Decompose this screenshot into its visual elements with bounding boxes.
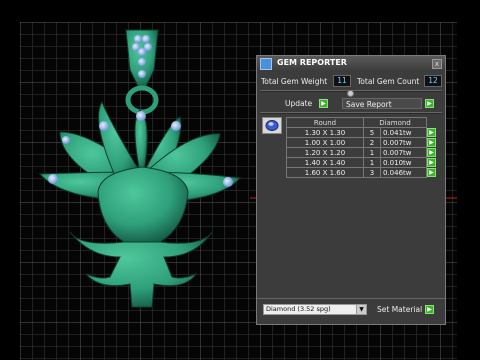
total-gem-count-value: 12 <box>424 75 442 87</box>
material-select[interactable]: Diamond (3.52 spg) ▼ <box>263 304 367 315</box>
gem-size: 1.30 X 1.30 <box>286 127 364 138</box>
panel-title: GEM REPORTER <box>277 58 347 67</box>
gem-count: 1 <box>363 157 381 168</box>
gem-weight: 0.041tw <box>380 127 427 138</box>
save-report-field[interactable]: Save Report <box>342 98 422 109</box>
gem-weight: 0.007tw <box>380 137 427 148</box>
save-report-go-icon[interactable]: ▶ <box>425 99 434 108</box>
table-header: Round Diamond <box>286 117 442 128</box>
table-row[interactable]: 1.30 X 1.30 5 0.041tw ▶ <box>286 127 442 138</box>
save-report-label: Save Report <box>346 100 392 109</box>
set-material-button[interactable]: Set Material <box>377 305 422 314</box>
gem-count: 5 <box>363 127 381 138</box>
total-gem-weight-value: 11 <box>333 75 351 87</box>
divider <box>260 112 442 114</box>
green-arrow-icon[interactable]: ▶ <box>427 168 436 177</box>
gem-count: 2 <box>363 137 381 148</box>
table-row[interactable]: 1.20 X 1.20 1 0.007tw ▶ <box>286 147 442 158</box>
round-gem-icon[interactable] <box>262 117 282 134</box>
gem-weight: 0.046tw <box>380 167 427 178</box>
app-icon <box>260 58 272 70</box>
gem-reporter-panel: GEM REPORTER x Total Gem Weight 11 Total… <box>256 55 446 325</box>
total-gem-weight-label: Total Gem Weight <box>261 77 328 86</box>
green-arrow-icon[interactable]: ▶ <box>427 148 436 157</box>
gem-weight: 0.007tw <box>380 147 427 158</box>
table-row[interactable]: 1.40 X 1.40 1 0.010tw ▶ <box>286 157 442 168</box>
table-row[interactable]: 1.60 X 1.60 3 0.046tw ▶ <box>286 167 442 178</box>
green-arrow-icon[interactable]: ▶ <box>427 128 436 137</box>
gem-count: 1 <box>363 147 381 158</box>
gem-count: 3 <box>363 167 381 178</box>
material-select-value: Diamond (3.52 spg) <box>266 305 331 313</box>
table-row[interactable]: 1.00 X 1.00 2 0.007tw ▶ <box>286 137 442 148</box>
total-gem-count-label: Total Gem Count <box>357 77 420 86</box>
set-material-go-icon[interactable]: ▶ <box>425 305 434 314</box>
close-icon[interactable]: x <box>432 59 442 69</box>
gem-table-area: Round Diamond 1.30 X 1.30 5 0.041tw ▶ 1.… <box>260 115 442 187</box>
update-button[interactable]: Update <box>285 99 312 108</box>
gem-size: 1.00 X 1.00 <box>286 137 364 148</box>
update-go-icon[interactable]: ▶ <box>319 99 328 108</box>
gem-weight: 0.010tw <box>380 157 427 168</box>
gem-size: 1.20 X 1.20 <box>286 147 364 158</box>
column-header: Round <box>286 117 364 128</box>
chevron-down-icon[interactable]: ▼ <box>356 305 366 314</box>
material-bar: Diamond (3.52 spg) ▼ Set Material ▶ <box>257 298 445 319</box>
gem-size: 1.40 X 1.40 <box>286 157 364 168</box>
column-header: Diamond <box>363 117 427 128</box>
panel-titlebar[interactable]: GEM REPORTER x <box>257 56 445 72</box>
green-arrow-icon[interactable]: ▶ <box>427 158 436 167</box>
splitter-knob[interactable] <box>347 90 354 97</box>
gem-table: Round Diamond 1.30 X 1.30 5 0.041tw ▶ 1.… <box>286 117 442 178</box>
green-arrow-icon[interactable]: ▶ <box>427 138 436 147</box>
gem-size: 1.60 X 1.60 <box>286 167 364 178</box>
